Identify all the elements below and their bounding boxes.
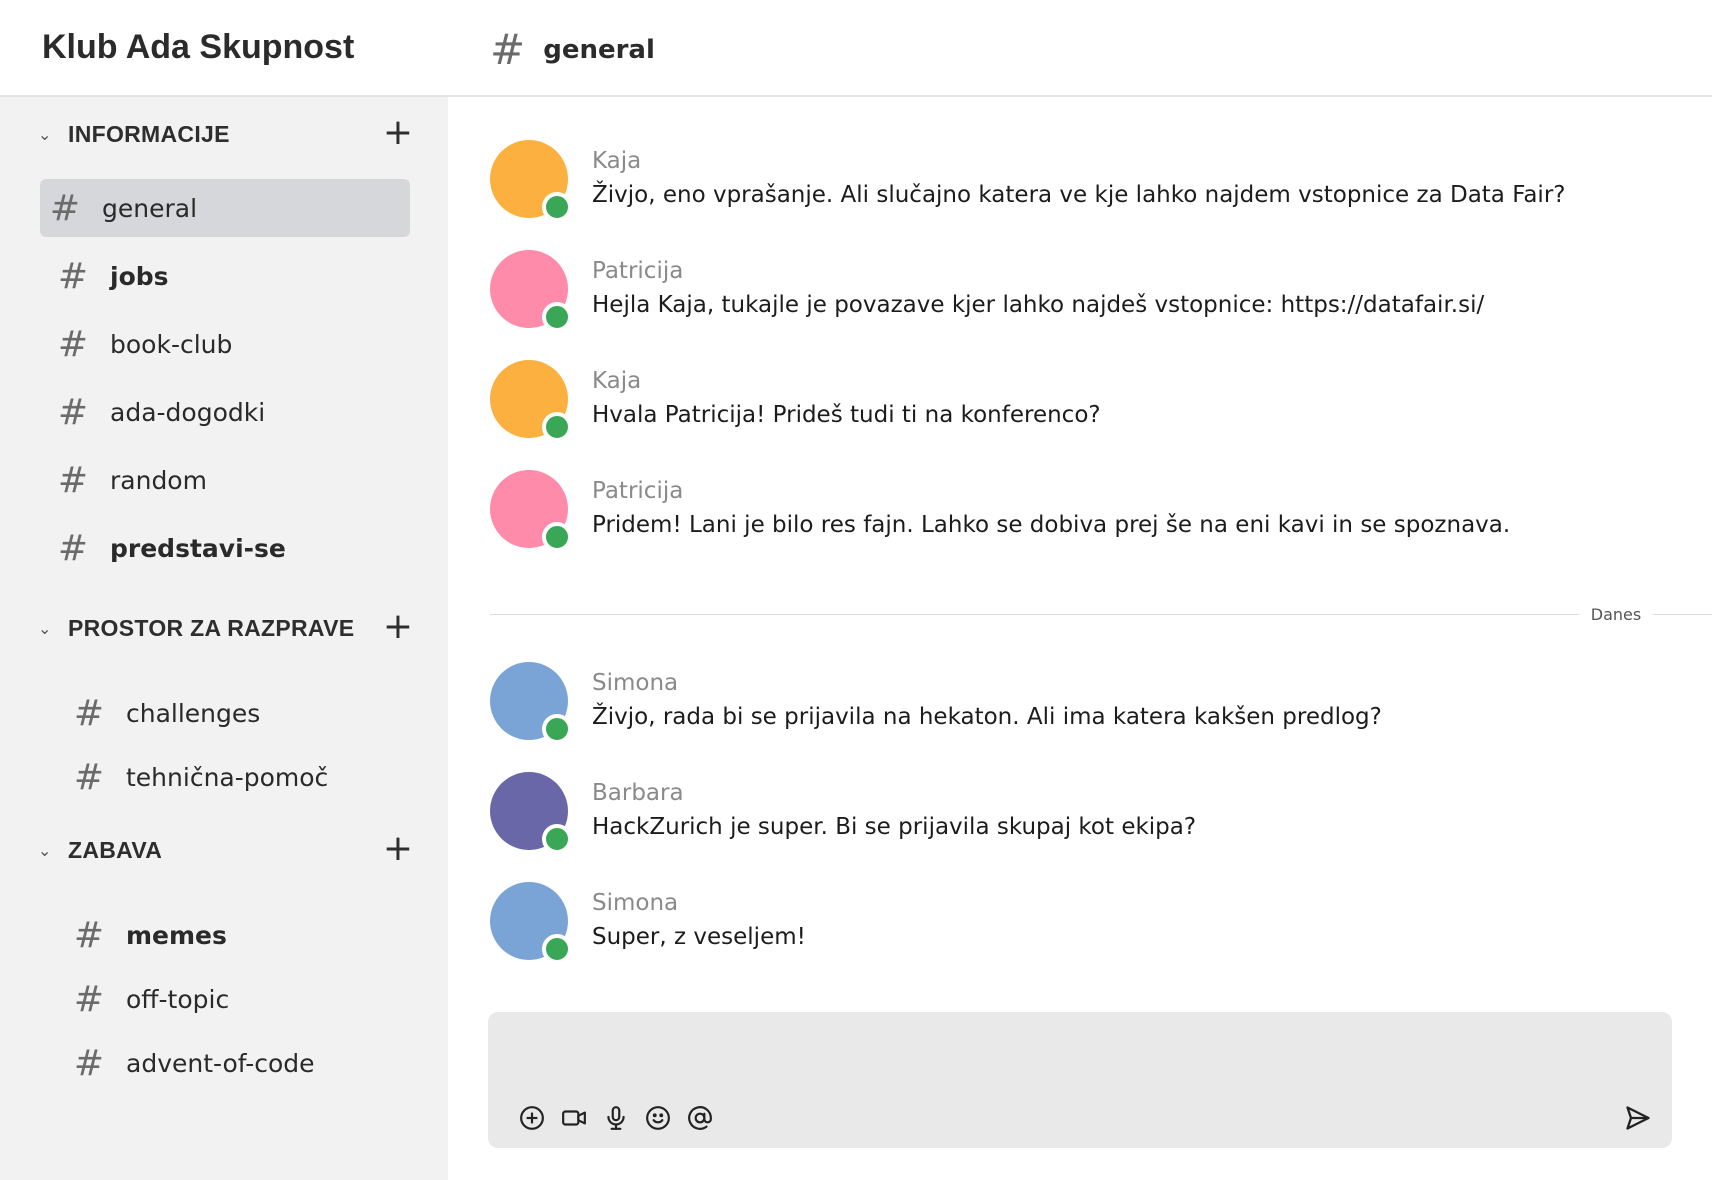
- message-author[interactable]: Barbara: [592, 780, 684, 806]
- message-text: Živjo, eno vprašanje. Ali slučajno kater…: [592, 182, 1566, 208]
- channel-item-advent-of-code[interactable]: # advent-of-code: [64, 1034, 418, 1092]
- divider-line-left: [490, 614, 1579, 615]
- hash-icon: #: [73, 692, 105, 734]
- channel-item-challenges[interactable]: # challenges: [64, 684, 418, 742]
- message-item: Patricija Pridem! Lani je bilo res fajn.…: [490, 470, 1690, 560]
- channel-name: advent-of-code: [126, 1048, 315, 1078]
- send-icon[interactable]: [1618, 1100, 1658, 1136]
- channel-item-off-topic[interactable]: # off-topic: [64, 970, 418, 1028]
- channel-name: random: [110, 465, 207, 495]
- add-channel-icon[interactable]: +: [378, 114, 418, 154]
- section-label: INFORMACIJE: [68, 120, 230, 147]
- channel-name: jobs: [110, 261, 169, 291]
- online-status-dot: [542, 192, 572, 222]
- hash-icon: #: [73, 978, 105, 1020]
- online-status-dot: [542, 934, 572, 964]
- hash-icon: #: [57, 527, 89, 569]
- message-author[interactable]: Patricija: [592, 258, 683, 284]
- channel-item-memes[interactable]: # memes: [64, 906, 418, 964]
- message-item: Kaja Hvala Patricija! Prideš tudi ti na …: [490, 360, 1690, 450]
- message-author[interactable]: Patricija: [592, 478, 683, 504]
- channel-name: tehnična-pomoč: [126, 762, 329, 792]
- hash-icon: #: [57, 255, 89, 297]
- channel-name: ada-dogodki: [110, 397, 266, 427]
- channel-name: general: [102, 193, 198, 223]
- message-text: Hvala Patricija! Prideš tudi ti na konfe…: [592, 402, 1101, 428]
- online-status-dot: [542, 522, 572, 552]
- message-text: HackZurich je super. Bi se prijavila sku…: [592, 814, 1197, 840]
- message-input[interactable]: [508, 1026, 1608, 1086]
- hash-icon: #: [490, 25, 526, 74]
- hash-icon: #: [57, 391, 89, 433]
- top-bar: Klub Ada Skupnost # general: [0, 0, 1712, 97]
- message-item: Patricija Hejla Kaja, tukajle je povazav…: [490, 250, 1690, 340]
- date-divider: Danes: [490, 605, 1712, 625]
- chevron-down-icon[interactable]: ⌄: [38, 125, 58, 144]
- channel-item-ada-dogodki[interactable]: # ada-dogodki: [48, 383, 418, 441]
- online-status-dot: [542, 824, 572, 854]
- channel-item-tehnicna-pomoc[interactable]: # tehnična-pomoč: [64, 748, 418, 806]
- date-divider-label: Danes: [1590, 605, 1642, 624]
- message-author[interactable]: Simona: [592, 890, 678, 916]
- section-header-informacije[interactable]: ⌄ INFORMACIJE +: [38, 114, 418, 154]
- channel-title: general: [543, 35, 655, 65]
- hash-icon: #: [57, 459, 89, 501]
- message-text: Super, z veseljem!: [592, 924, 806, 950]
- section-header-zabava[interactable]: ⌄ ZABAVA +: [38, 830, 418, 870]
- channel-name: challenges: [126, 698, 261, 728]
- message-item: Simona Živjo, rada bi se prijavila na he…: [490, 662, 1690, 752]
- chevron-down-icon[interactable]: ⌄: [38, 841, 58, 860]
- message-author[interactable]: Kaja: [592, 148, 641, 174]
- video-camera-icon[interactable]: [558, 1102, 590, 1134]
- channel-item-general[interactable]: # general: [40, 179, 410, 237]
- section-header-prostor-za-razprave[interactable]: ⌄ PROSTOR ZA RAZPRAVE +: [38, 608, 418, 648]
- online-status-dot: [542, 412, 572, 442]
- channel-item-predstavi-se[interactable]: # predstavi-se: [48, 519, 418, 577]
- message-author[interactable]: Kaja: [592, 368, 641, 394]
- add-channel-icon[interactable]: +: [378, 830, 418, 870]
- channel-header: # general: [490, 28, 655, 72]
- hash-icon: #: [73, 1042, 105, 1084]
- channel-item-book-club[interactable]: # book-club: [48, 315, 418, 373]
- message-item: Barbara HackZurich je super. Bi se prija…: [490, 772, 1690, 862]
- message-item: Simona Super, z veseljem!: [490, 882, 1690, 972]
- message-list: Kaja Živjo, eno vprašanje. Ali slučajno …: [448, 97, 1712, 997]
- hash-icon: #: [73, 914, 105, 956]
- plus-circle-icon[interactable]: [516, 1102, 548, 1134]
- message-composer: [488, 1012, 1672, 1148]
- channel-item-jobs[interactable]: # jobs: [48, 247, 418, 305]
- hash-icon: #: [57, 323, 89, 365]
- hash-icon: #: [73, 756, 105, 798]
- add-channel-icon[interactable]: +: [378, 608, 418, 648]
- message-text: Pridem! Lani je bilo res fajn. Lahko se …: [592, 512, 1511, 538]
- message-author[interactable]: Simona: [592, 670, 678, 696]
- message-item: Kaja Živjo, eno vprašanje. Ali slučajno …: [490, 140, 1690, 230]
- mention-icon[interactable]: [684, 1102, 716, 1134]
- channel-name: off-topic: [126, 984, 230, 1014]
- channel-name: book-club: [110, 329, 233, 359]
- emoji-icon[interactable]: [642, 1102, 674, 1134]
- message-text: Živjo, rada bi se prijavila na hekaton. …: [592, 704, 1382, 730]
- divider-line-right: [1653, 614, 1712, 615]
- channel-item-random[interactable]: # random: [48, 451, 418, 509]
- section-label: PROSTOR ZA RAZPRAVE: [68, 614, 355, 641]
- workspace-name[interactable]: Klub Ada Skupnost: [42, 28, 354, 67]
- message-text: Hejla Kaja, tukajle je povazave kjer lah…: [592, 292, 1485, 318]
- online-status-dot: [542, 302, 572, 332]
- sidebar: ⌄ INFORMACIJE + # general # jobs # book-…: [0, 97, 448, 1180]
- channel-name: predstavi-se: [110, 533, 286, 563]
- online-status-dot: [542, 714, 572, 744]
- microphone-icon[interactable]: [600, 1102, 632, 1134]
- hash-icon: #: [49, 187, 81, 229]
- channel-name: memes: [126, 920, 227, 950]
- section-label: ZABAVA: [68, 836, 163, 863]
- chevron-down-icon[interactable]: ⌄: [38, 619, 58, 638]
